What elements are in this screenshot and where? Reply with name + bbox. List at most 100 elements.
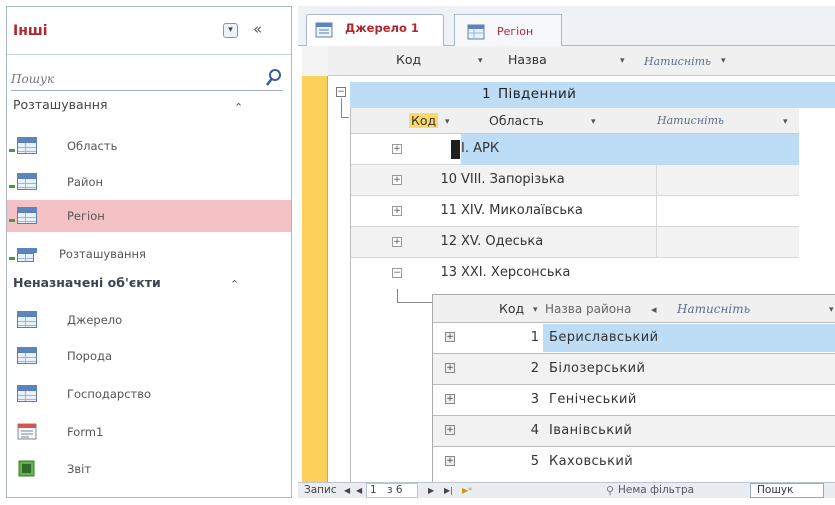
tab-dzherelo-1[interactable]: Джерело 1 xyxy=(306,14,444,46)
column-header-click-to-add[interactable]: Натисніть xyxy=(657,114,724,127)
cell-code[interactable]: 11 xyxy=(411,203,457,218)
nav-title[interactable]: Інші xyxy=(13,23,48,39)
cell-oblast[interactable]: XIV. Миколаївська xyxy=(461,203,583,218)
table-row[interactable]: + 9 I. АРК xyxy=(351,134,799,165)
cell-code[interactable]: 3 xyxy=(493,392,539,407)
expand-row-icon[interactable]: + xyxy=(445,332,455,342)
table-row[interactable]: + 3 Генічеський xyxy=(433,385,835,416)
column-header-raion[interactable]: Назва района xyxy=(545,302,631,316)
expand-row-icon[interactable]: + xyxy=(392,206,402,216)
filter-icon[interactable]: ⚲ xyxy=(606,484,614,497)
expand-row-icon[interactable]: + xyxy=(392,237,402,247)
nav-item-raion[interactable]: Район xyxy=(7,166,291,198)
collapse-row-icon[interactable]: − xyxy=(392,268,402,278)
table-row[interactable]: + 4 Іванівський xyxy=(433,416,835,447)
record-selector-column[interactable] xyxy=(302,46,328,482)
filter-status[interactable]: Нема фільтра xyxy=(618,484,694,496)
column-header-code[interactable]: Код xyxy=(499,301,524,316)
cell-code[interactable]: 12 xyxy=(411,234,457,249)
cell-raion[interactable]: Іванівський xyxy=(549,423,632,438)
table-icon xyxy=(17,347,37,364)
nav-item-poroda[interactable]: Порода xyxy=(7,340,291,372)
table-row[interactable]: + 5 Каховський xyxy=(433,447,835,478)
last-record-icon[interactable]: ▶| xyxy=(444,486,453,495)
sort-dropdown-icon[interactable]: ▾ xyxy=(620,56,625,66)
sort-dropdown-icon[interactable]: ▾ xyxy=(533,305,538,315)
add-column-dropdown-icon[interactable]: ▾ xyxy=(783,117,788,127)
cell-code[interactable]: 9 xyxy=(401,141,447,156)
column-header-click-to-add[interactable]: Натисніть xyxy=(677,302,750,316)
cell-code[interactable]: 10 xyxy=(411,172,457,187)
nav-item-dzherelo[interactable]: Джерело xyxy=(7,304,291,336)
expand-row-icon[interactable]: + xyxy=(445,425,455,435)
search-icon[interactable] xyxy=(265,68,283,88)
table-row[interactable]: 1 Південний xyxy=(350,82,835,108)
cell-oblast[interactable]: XXI. Херсонська xyxy=(461,265,570,280)
cell-code[interactable]: 1 xyxy=(493,330,539,345)
collapse-subdatasheet-icon[interactable]: − xyxy=(336,87,346,97)
expand-row-icon[interactable]: + xyxy=(445,456,455,466)
column-header-oblast[interactable]: Область xyxy=(489,113,544,128)
cell-code[interactable]: 4 xyxy=(493,423,539,438)
collapse-group-icon[interactable]: ⌃ xyxy=(234,101,243,114)
table-row[interactable]: + 10 VIII. Запорізька xyxy=(351,165,799,196)
sort-dropdown-icon[interactable]: ▾ xyxy=(478,56,483,66)
table-row[interactable]: − 13 XXI. Херсонська xyxy=(351,258,799,289)
current-record-box[interactable]: 1 з 6 xyxy=(366,483,418,498)
select-all-cell[interactable] xyxy=(302,46,328,76)
cell-oblast[interactable]: I. АРК xyxy=(461,141,499,156)
nav-item-zvit[interactable]: Звіт xyxy=(7,453,291,485)
cell-raion[interactable]: Бериславський xyxy=(549,330,658,345)
expand-row-icon[interactable]: + xyxy=(445,394,455,404)
sort-dropdown-icon[interactable]: ▾ xyxy=(445,117,450,127)
first-record-icon[interactable]: ◀ xyxy=(344,486,350,495)
add-column-dropdown-icon[interactable]: ▾ xyxy=(721,56,726,66)
nav-group-header[interactable]: Неназначені об'єкти xyxy=(13,275,161,290)
cell-code[interactable]: 1 xyxy=(482,86,491,102)
column-header-code[interactable]: Код xyxy=(396,52,421,67)
column-header-name[interactable]: Назва xyxy=(508,52,547,67)
sort-dropdown-icon[interactable]: ▾ xyxy=(591,117,596,127)
cell-raion[interactable]: Генічеський xyxy=(549,392,637,407)
cell-raion[interactable]: Білозерський xyxy=(549,361,645,376)
collapse-group-icon[interactable]: ⌃ xyxy=(230,278,239,291)
table-row[interactable]: + 11 XIV. Миколаївська xyxy=(351,196,799,227)
table-row[interactable]: + 1 Бериславський xyxy=(433,323,835,354)
cell-code[interactable]: 5 xyxy=(493,454,539,469)
cell-oblast[interactable]: XV. Одеська xyxy=(461,234,543,249)
new-record-icon[interactable]: ▶* xyxy=(462,486,472,495)
nav-item-query-rozt[interactable]: Розташування xyxy=(7,238,291,270)
nav-item-label: Розташування xyxy=(59,247,146,261)
column-header-click-to-add[interactable]: Натисніть xyxy=(644,55,711,68)
expand-row-icon[interactable]: + xyxy=(445,363,455,373)
record-search-input[interactable]: Пошук xyxy=(757,484,793,496)
empty-cell[interactable] xyxy=(656,165,799,196)
table-row[interactable]: + 2 Білозерський xyxy=(433,354,835,385)
expand-row-icon[interactable]: + xyxy=(392,175,402,185)
nav-item-region[interactable]: Регіон xyxy=(7,200,291,232)
record-label: Запис xyxy=(304,484,337,496)
sort-ascending-icon[interactable]: ◂ xyxy=(651,303,657,316)
previous-record-icon[interactable]: ◀ xyxy=(356,486,362,495)
next-record-icon[interactable]: ▶ xyxy=(428,486,434,495)
nav-menu-dropdown-icon[interactable]: ▾ xyxy=(223,23,238,38)
nav-group-header[interactable]: Розташування xyxy=(13,97,108,112)
add-column-dropdown-icon[interactable]: ▾ xyxy=(829,305,834,315)
nav-search-input[interactable] xyxy=(11,69,251,89)
cell-code[interactable]: 13 xyxy=(411,265,457,280)
current-record-input[interactable]: 1 xyxy=(370,484,377,496)
column-header-code[interactable]: Код xyxy=(409,113,439,128)
nav-item-oblast[interactable]: Область xyxy=(7,130,291,162)
tab-region[interactable]: Регіон xyxy=(454,14,562,46)
cell-name[interactable]: Південний xyxy=(498,86,576,102)
cell-raion[interactable]: Каховський xyxy=(549,454,633,469)
nav-collapse-icon[interactable]: « xyxy=(253,20,262,38)
nav-item-hospodarstvo[interactable]: Господарство xyxy=(7,378,291,410)
cell-code[interactable]: 2 xyxy=(493,361,539,376)
record-search-box[interactable]: Пошук xyxy=(750,483,824,498)
nav-item-form1[interactable]: Form1 xyxy=(7,416,291,448)
empty-cell[interactable] xyxy=(656,227,799,258)
empty-cell[interactable] xyxy=(656,196,799,227)
cell-oblast[interactable]: VIII. Запорізька xyxy=(461,172,565,187)
table-row[interactable]: + 12 XV. Одеська xyxy=(351,227,799,258)
